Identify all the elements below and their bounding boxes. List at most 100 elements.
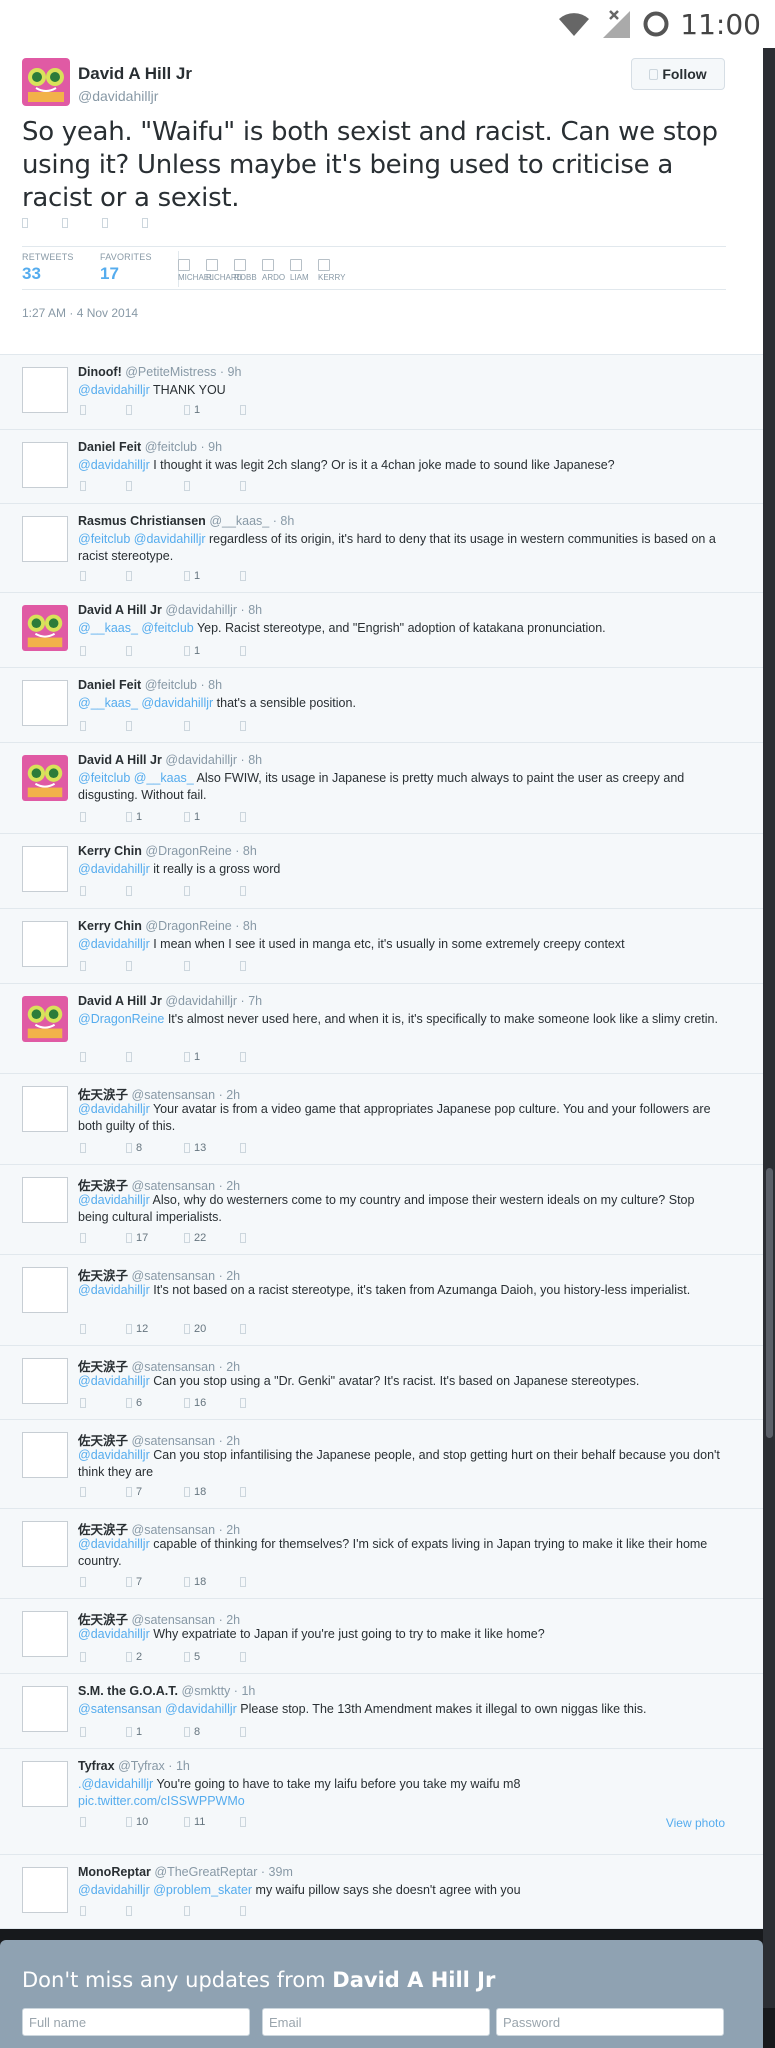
reply-time[interactable]: 8h — [280, 514, 294, 528]
favorite-action[interactable] — [184, 481, 240, 491]
follow-button[interactable]: Follow — [631, 58, 725, 90]
favoriter-avatar[interactable]: KERRY — [318, 259, 345, 282]
more-action[interactable] — [240, 481, 246, 491]
reply-author-name[interactable]: David A Hill Jr — [78, 603, 162, 617]
reply-author-name[interactable]: David A Hill Jr — [78, 753, 162, 767]
reply-author-handle[interactable]: @satensansan — [132, 1179, 216, 1193]
reply-item[interactable]: David A Hill Jr @davidahilljr · 8h @feit… — [0, 743, 763, 834]
retweet-action[interactable]: 6 — [126, 1397, 184, 1409]
author-name[interactable]: David A Hill Jr — [78, 64, 192, 84]
more-action[interactable] — [240, 886, 246, 896]
reply-time[interactable]: 1h — [176, 1759, 190, 1773]
reply-author-handle[interactable]: @satensansan — [132, 1269, 216, 1283]
reply-action[interactable] — [80, 961, 126, 971]
reply-action[interactable] — [80, 1726, 126, 1738]
reply-author-handle[interactable]: @davidahilljr — [165, 753, 237, 767]
favoriter-avatar[interactable]: LIAM — [290, 259, 316, 282]
favorite-action[interactable]: 20 — [184, 1323, 240, 1335]
retweet-icon[interactable] — [62, 218, 68, 228]
favorite-action[interactable]: 18 — [184, 1576, 240, 1588]
reply-time[interactable]: 2h — [226, 1269, 240, 1283]
reply-mentions[interactable]: @davidahilljr — [78, 862, 150, 876]
reply-mentions[interactable]: @davidahilljr — [78, 458, 150, 472]
more-action[interactable] — [240, 721, 246, 731]
reply-time[interactable]: 2h — [226, 1434, 240, 1448]
reply-author-handle[interactable]: @TheGreatReptar — [154, 1865, 257, 1879]
favorite-action[interactable]: 1 — [184, 645, 240, 657]
favorite-action[interactable]: 13 — [184, 1142, 240, 1154]
reply-mentions[interactable]: @davidahilljr — [78, 1193, 150, 1207]
more-icon[interactable] — [142, 218, 148, 228]
author-avatar[interactable] — [22, 58, 70, 106]
reply-item[interactable]: Tyfrax @Tyfrax · 1h .@davidahilljr You'r… — [0, 1749, 763, 1855]
reply-time[interactable]: 8h — [208, 678, 222, 692]
reply-action[interactable] — [80, 1906, 126, 1916]
reply-mentions[interactable]: @DragonReine — [78, 1012, 164, 1026]
reply-action[interactable] — [80, 1486, 126, 1498]
more-action[interactable] — [240, 404, 246, 416]
favorite-action[interactable]: 16 — [184, 1397, 240, 1409]
reply-item[interactable]: S.M. the G.O.A.T. @smktty · 1h @satensan… — [0, 1674, 763, 1749]
reply-time[interactable]: 8h — [243, 844, 257, 858]
reply-author-handle[interactable]: @__kaas_ — [209, 514, 269, 528]
more-action[interactable] — [240, 1486, 246, 1498]
reply-action[interactable] — [80, 721, 126, 731]
retweet-action[interactable] — [126, 961, 184, 971]
reply-mentions[interactable]: @__kaas_ @feitclub — [78, 621, 194, 635]
reply-item[interactable]: Daniel Feit @feitclub · 8h @__kaas_ @dav… — [0, 668, 763, 743]
reply-author-handle[interactable]: @satensansan — [132, 1523, 216, 1537]
reply-avatar[interactable] — [22, 1267, 68, 1313]
retweet-action[interactable]: 8 — [126, 1142, 184, 1154]
reply-avatar[interactable] — [22, 846, 68, 892]
reply-author-handle[interactable]: @satensansan — [132, 1360, 216, 1374]
reply-author-name[interactable]: Rasmus Christiansen — [78, 514, 206, 528]
retweet-action[interactable] — [126, 1906, 184, 1916]
reply-avatar[interactable] — [22, 680, 68, 726]
reply-action[interactable] — [80, 404, 126, 416]
retweet-action[interactable]: 1 — [126, 811, 184, 823]
reply-time[interactable]: 9h — [228, 365, 242, 379]
favorite-action[interactable] — [184, 721, 240, 731]
favorite-action[interactable]: 5 — [184, 1651, 240, 1663]
reply-avatar[interactable] — [22, 1686, 68, 1732]
retweet-action[interactable] — [126, 404, 184, 416]
retweet-action[interactable]: 2 — [126, 1651, 184, 1663]
reply-item[interactable]: 佐天涙子 @satensansan · 2h @davidahilljr It'… — [0, 1255, 763, 1346]
view-photo-link[interactable]: View photo — [666, 1816, 725, 1830]
reply-item[interactable]: MonoReptar @TheGreatReptar · 39m @davida… — [0, 1855, 763, 1929]
more-action[interactable] — [240, 1323, 246, 1335]
reply-author-name[interactable]: 佐天涙子 — [78, 1434, 128, 1448]
reply-author-name[interactable]: Daniel Feit — [78, 440, 141, 454]
reply-icon[interactable] — [22, 218, 28, 228]
reply-avatar[interactable] — [22, 1611, 68, 1657]
reply-author-name[interactable]: 佐天涙子 — [78, 1179, 128, 1193]
reply-author-handle[interactable]: @PetiteMistress — [125, 365, 216, 379]
reply-avatar[interactable] — [22, 1867, 68, 1913]
reply-action[interactable] — [80, 1142, 126, 1154]
reply-author-name[interactable]: 佐天涙子 — [78, 1269, 128, 1283]
reply-mentions[interactable]: @feitclub @__kaas_ — [78, 771, 194, 785]
reply-time[interactable]: 8h — [248, 603, 262, 617]
favorite-action[interactable] — [184, 961, 240, 971]
reply-time[interactable]: 1h — [241, 1684, 255, 1698]
reply-author-name[interactable]: 佐天涙子 — [78, 1613, 128, 1627]
reply-time[interactable]: 9h — [208, 440, 222, 454]
reply-avatar[interactable] — [22, 1086, 68, 1132]
reply-mentions[interactable]: @davidahilljr — [78, 1627, 150, 1641]
favorite-action[interactable]: 1 — [184, 1051, 240, 1063]
reply-author-handle[interactable]: @DragonReine — [145, 919, 231, 933]
favoriter-avatar[interactable]: RICHARD — [206, 259, 242, 282]
reply-item[interactable]: David A Hill Jr @davidahilljr · 7h @Drag… — [0, 984, 763, 1074]
more-action[interactable] — [240, 1816, 246, 1828]
reply-author-name[interactable]: Kerry Chin — [78, 919, 142, 933]
reply-avatar[interactable] — [22, 1358, 68, 1404]
more-action[interactable] — [240, 570, 246, 582]
reply-action[interactable] — [80, 811, 126, 823]
reply-item[interactable]: 佐天涙子 @satensansan · 2h @davidahilljr Can… — [0, 1346, 763, 1420]
favorite-icon[interactable] — [102, 218, 108, 228]
reply-mentions[interactable]: @davidahilljr — [78, 1283, 150, 1297]
reply-author-handle[interactable]: @Tyfrax — [118, 1759, 165, 1773]
reply-mentions[interactable]: @__kaas_ @davidahilljr — [78, 696, 213, 710]
reply-avatar[interactable] — [22, 367, 68, 413]
reply-mentions[interactable]: @feitclub @davidahilljr — [78, 532, 206, 546]
